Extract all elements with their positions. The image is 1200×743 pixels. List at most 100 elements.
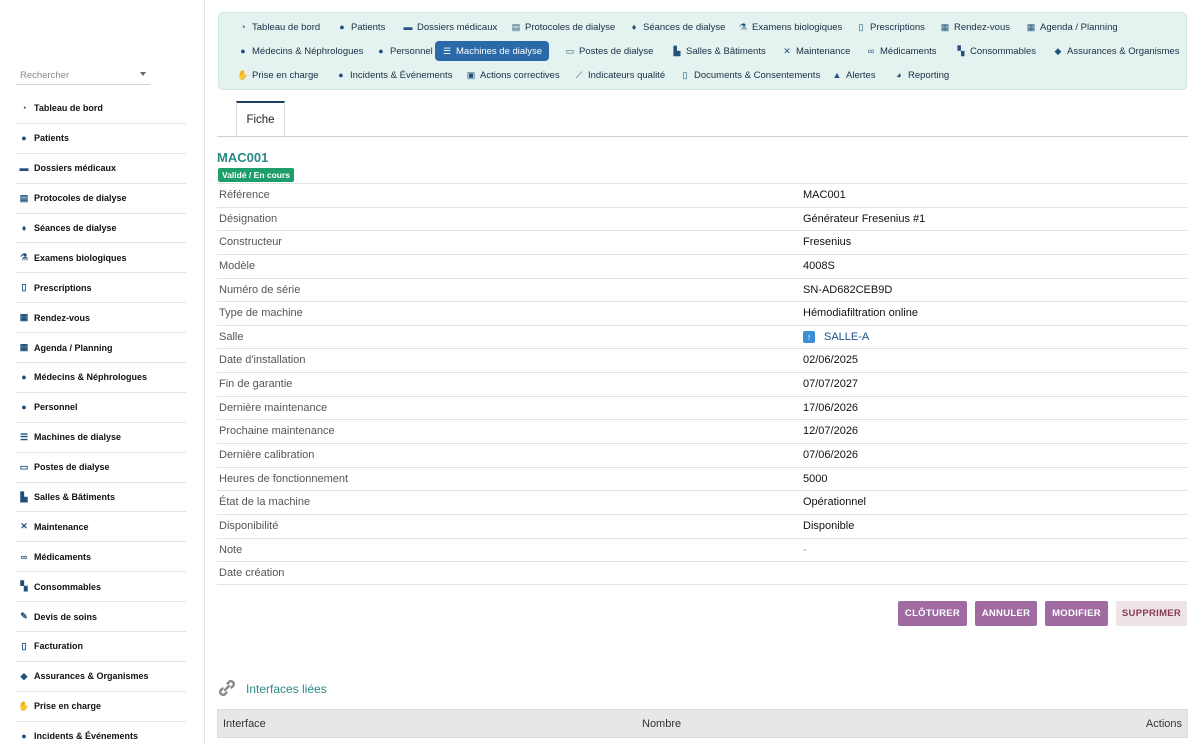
nav-item-machines-de-dialyse[interactable]: ☰ Machines de dialyse [435, 41, 550, 61]
drop-icon: ♦ [21, 223, 27, 233]
tab-fiche-label: Fiche [246, 114, 275, 126]
user-icon: ● [339, 22, 345, 32]
supprimer-button[interactable]: SUPPRIMER [1116, 601, 1187, 626]
field-label: Salle [219, 330, 244, 343]
nav-item-salles-batiments[interactable]: ▙ Salles & Bâtiments [665, 41, 773, 61]
nav-item-indicateurs-qualite[interactable]: ⟋ Indicateurs qualité [567, 65, 672, 85]
column-nombre: Nombre [642, 718, 682, 730]
modifier-button[interactable]: MODIFIER [1045, 601, 1108, 626]
nav-item-examens-biologiques[interactable]: ⚗ Examens biologiques [731, 17, 849, 37]
field-value[interactable]: ↑ SALLE-A [803, 330, 869, 343]
sidebar-item-label: Machines de dialyse [34, 432, 122, 443]
nav-item-prescriptions[interactable]: ▯ Prescriptions [849, 17, 932, 37]
field-value: - [803, 543, 807, 556]
sidebar-item-label: Agenda / Planning [34, 342, 113, 353]
field-value: Fresenius [803, 236, 852, 249]
sidebar-search-select[interactable]: Rechercher [16, 66, 150, 85]
sidebar-item-examens-biologiques[interactable]: ⚗ Examens biologiques [16, 243, 186, 274]
nav-item-agenda-planning[interactable]: ▦ Agenda / Planning [1019, 17, 1125, 37]
nav-item-patients[interactable]: ● Patients [330, 17, 392, 37]
sidebar-item-personnel[interactable]: ● Personnel [16, 393, 186, 423]
nav-item-documents-consentements[interactable]: ▯ Documents & Consentements [673, 65, 827, 85]
sidebar-item-incidents-evenements[interactable]: ● Incidents & Événements [16, 722, 186, 743]
sidebar-item-patients[interactable]: ● Patients [16, 124, 186, 154]
nav-item-maintenance[interactable]: ✕ Maintenance [775, 41, 857, 61]
tab-fiche[interactable]: Fiche [236, 101, 285, 137]
field-value: 5000 [803, 472, 828, 485]
field-value: MAC001 [803, 189, 846, 201]
nav-item-postes-de-dialyse[interactable]: ▭ Postes de dialyse [558, 41, 660, 61]
nav-item-tableau-de-bord[interactable]: ◔ Tableau de bord [231, 17, 327, 37]
nav-item-label: Agenda / Planning [1040, 21, 1118, 33]
nav-item-medecins-nephrologues[interactable]: ● Médecins & Néphrologues [231, 41, 370, 61]
field-row-type-de-machine: Type de machine Hémodiafiltration online [217, 301, 1188, 325]
nav-item-rendez-vous[interactable]: ▦ Rendez-vous [933, 17, 1017, 37]
nav-item-dossiers-medicaux[interactable]: ▬ Dossiers médicaux [396, 17, 504, 37]
sidebar-item-label: Assurances & Organismes [34, 671, 149, 682]
field-label: Constructeur [219, 236, 282, 249]
nav-item-protocoles-de-dialyse[interactable]: ▤ Protocoles de dialyse [504, 17, 622, 37]
nav-item-incidents-evenements[interactable]: ● Incidents & Événements [329, 65, 459, 85]
nav-item-prise-en-charge[interactable]: ✋ Prise en charge [231, 65, 326, 85]
linked-interfaces-title: Interfaces liées [246, 682, 327, 696]
sidebar-item-prise-en-charge[interactable]: ✋ Prise en charge [16, 692, 186, 722]
sidebar-item-dossiers-medicaux[interactable]: ▬ Dossiers médicaux [16, 154, 186, 184]
invoice-icon: ▯ [21, 640, 27, 651]
sidebar-item-medecins-nephrologues[interactable]: ● Médecins & Néphrologues [16, 363, 186, 393]
field-label: Numéro de série [219, 283, 301, 296]
sidebar-item-tableau-de-bord[interactable]: ◔ Tableau de bord [16, 94, 186, 124]
sidebar-item-machines-de-dialyse[interactable]: ☰ Machines de dialyse [16, 423, 186, 453]
field-row-salle: Salle ↑ SALLE-A [217, 324, 1188, 349]
nav-item-reporting[interactable]: ◕ Reporting [887, 65, 956, 85]
sidebar-item-medicaments[interactable]: ∞ Médicaments [16, 542, 186, 573]
linked-table-header: Interface Nombre Actions [217, 709, 1188, 738]
link-icon [219, 680, 235, 696]
nav-item-consommables[interactable]: ▚ Consommables [949, 41, 1043, 61]
building-icon: ▙ [20, 491, 28, 502]
sidebar-item-label: Postes de dialyse [34, 462, 110, 473]
nav-item-actions-correctives[interactable]: ▣ Actions correctives [459, 65, 567, 85]
sidebar-item-consommables[interactable]: ▚ Consommables [16, 572, 186, 603]
field-row-reference: Référence MAC001 [217, 183, 1188, 207]
folder-icon: ▬ [19, 163, 29, 174]
salle-link[interactable]: SALLE-A [824, 331, 869, 343]
nav-item-alertes[interactable]: ▲ Alertes [825, 65, 883, 85]
sidebar-item-label: Facturation [34, 641, 84, 652]
sidebar-item-protocoles-de-dialyse[interactable]: ▤ Protocoles de dialyse [16, 184, 186, 214]
field-row-constructeur: Constructeur Fresenius [217, 230, 1188, 254]
sidebar-item-label: Prise en charge [34, 701, 102, 712]
field-row-derniere-maintenance: Dernière maintenance 17/06/2026 [217, 395, 1188, 420]
tools-icon: ✕ [20, 521, 28, 532]
alert-circle-icon: ● [338, 70, 344, 80]
sidebar-item-maintenance[interactable]: ✕ Maintenance [16, 512, 186, 543]
room-link-icon[interactable]: ↑ [803, 330, 815, 343]
nav-item-label: Protocoles de dialyse [525, 21, 616, 33]
sidebar-item-devis-de-soins[interactable]: ✎ Devis de soins [16, 602, 186, 633]
nav-item-personnel[interactable]: ● Personnel [369, 41, 440, 61]
warning-icon: ▲ [832, 70, 842, 80]
record-title: MAC001 [217, 150, 269, 165]
nav-item-label: Indicateurs qualité [588, 69, 666, 81]
annuler-button[interactable]: ANNULER [975, 601, 1037, 626]
sidebar-item-prescriptions[interactable]: ▯ Prescriptions [16, 273, 186, 304]
sidebar-item-postes-de-dialyse[interactable]: ▭ Postes de dialyse [16, 453, 186, 483]
boxes-icon: ▚ [957, 45, 965, 56]
sidebar-item-seances-de-dialyse[interactable]: ♦ Séances de dialyse [16, 214, 186, 244]
folder-icon: ▬ [403, 22, 413, 32]
nav-item-label: Médecins & Néphrologues [252, 45, 364, 57]
sidebar-item-facturation[interactable]: ▯ Facturation [16, 632, 186, 662]
nav-item-medicaments[interactable]: ∞ Médicaments [859, 41, 944, 61]
top-navigation: ◔ Tableau de bord ● Patients ▬ Dossiers médic… [218, 12, 1187, 90]
field-label: Type de machine [219, 307, 303, 320]
sidebar-item-salles-batiments[interactable]: ▙ Salles & Bâtiments [16, 483, 186, 513]
sidebar-item-agenda-planning[interactable]: ▦ Agenda / Planning [16, 333, 186, 364]
sidebar-item-rendez-vous[interactable]: ▦ Rendez-vous [16, 303, 186, 334]
sidebar-item-assurances-organismes[interactable]: ◆ Assurances & Organismes [16, 662, 186, 692]
sidebar-item-label: Devis de soins [34, 611, 98, 622]
cloturer-button[interactable]: CLÔTURER [898, 601, 967, 626]
nav-item-assurances-organismes[interactable]: ◆ Assurances & Organismes [1046, 41, 1186, 61]
nav-item-seances-de-dialyse[interactable]: ♦ Séances de dialyse [622, 17, 732, 37]
tab-divider [217, 136, 1188, 137]
sidebar-item-label: Médecins & Néphrologues [34, 372, 148, 383]
field-label: Note [219, 543, 243, 556]
